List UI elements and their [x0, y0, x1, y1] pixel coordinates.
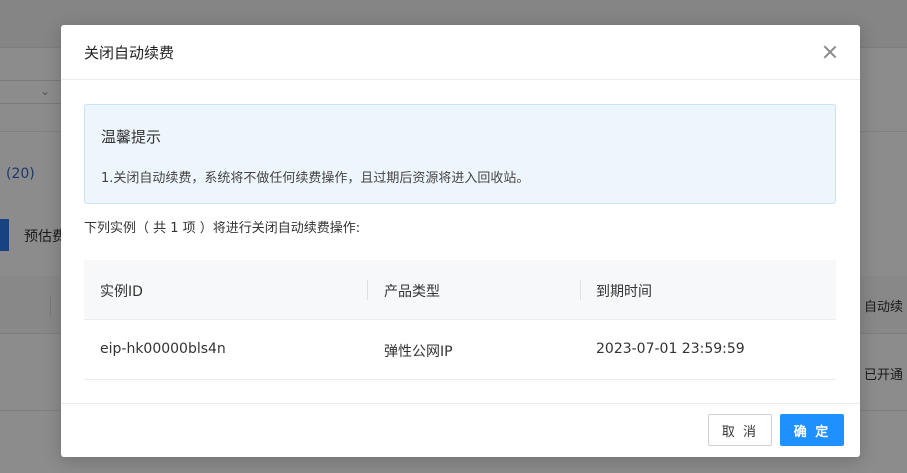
dialog-footer: 取 消 确 定 — [61, 403, 860, 457]
expire-time-cell: 2023-07-01 23:59:59 — [596, 341, 745, 357]
table-header: 实例ID 产品类型 到期时间 — [84, 260, 836, 320]
close-icon[interactable] — [821, 43, 839, 61]
column-header-expire-time: 到期时间 — [596, 284, 652, 300]
dialog-header: 关闭自动续费 — [61, 25, 860, 80]
confirm-button[interactable]: 确 定 — [780, 414, 844, 446]
column-header-product-type: 产品类型 — [384, 284, 440, 300]
notice-text: 1.关闭自动续费，系统将不做任何续费操作，且过期后资源将进入回收站。 — [101, 171, 530, 186]
column-divider — [367, 280, 368, 300]
notice-box: 温馨提示 1.关闭自动续费，系统将不做任何续费操作，且过期后资源将进入回收站。 — [84, 104, 836, 204]
column-divider — [580, 280, 581, 300]
instance-summary: 下列实例（ 共 1 项 ）将进行关闭自动续费操作: — [84, 221, 361, 236]
close-auto-renew-dialog: 关闭自动续费 温馨提示 1.关闭自动续费，系统将不做任何续费操作，且过期后资源将… — [61, 25, 860, 457]
table-row: eip-hk00000bls4n 弹性公网IP 2023-07-01 23:59… — [84, 320, 836, 380]
cancel-button[interactable]: 取 消 — [708, 414, 772, 446]
notice-title: 温馨提示 — [101, 128, 162, 146]
instance-table: 实例ID 产品类型 到期时间 eip-hk00000bls4n 弹性公网IP 2… — [84, 260, 836, 380]
product-type-cell: 弹性公网IP — [384, 344, 453, 360]
dialog-title: 关闭自动续费 — [84, 44, 175, 62]
instance-id-cell: eip-hk00000bls4n — [100, 341, 226, 357]
column-header-instance-id: 实例ID — [100, 284, 143, 300]
